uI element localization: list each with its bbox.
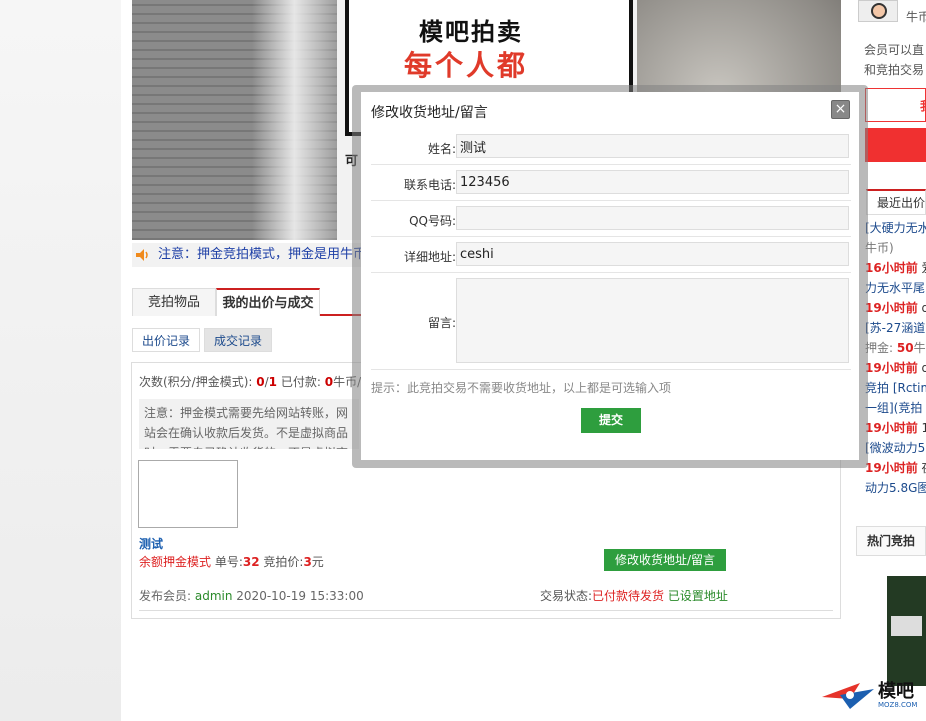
list-item[interactable]: 16小时前 爱 <box>865 258 926 278</box>
hot-auctions-title: 热门竞拍 <box>856 526 926 556</box>
poster-title: 模吧拍卖 <box>419 18 523 46</box>
message-field[interactable] <box>456 278 849 363</box>
item-mode: 余额押金模式 <box>139 555 212 569</box>
message-label: 留言: <box>427 316 456 330</box>
list-item: 押金: 50牛 <box>865 341 926 355</box>
address-label: 详细地址: <box>403 250 456 264</box>
hot-auction-image[interactable] <box>887 576 926 686</box>
dialog-title: 修改收货地址/留言 <box>371 105 488 121</box>
avatar-icon <box>871 3 887 19</box>
list-item: 牛币) <box>865 241 894 255</box>
sidebar-red-button[interactable] <box>865 128 926 162</box>
message-row: 留言: <box>371 273 851 370</box>
publish-time: 2020-10-19 15:33:00 <box>232 589 364 603</box>
phone-field[interactable] <box>456 170 849 194</box>
poster-subtitle: 每个人都 <box>404 49 529 82</box>
notice-bar: 注意：押金竞拍模式，押金是用牛币 <box>132 243 362 267</box>
qq-field[interactable] <box>456 206 849 230</box>
recent-bids-title: 最近出价 <box>866 189 926 215</box>
edit-address-button[interactable]: 修改收货地址/留言 <box>604 549 726 571</box>
phone-label: 联系电话: <box>403 178 456 192</box>
list-item[interactable]: 动力5.8G图 <box>865 478 926 498</box>
address-state: 已设置地址 <box>664 589 728 603</box>
publisher-line: 发布会员: admin 2020-10-19 15:33:00 <box>139 589 364 603</box>
avatar[interactable] <box>858 0 898 22</box>
publisher-link[interactable]: admin <box>195 589 233 603</box>
speaker-icon <box>136 249 148 261</box>
recent-bids-list: [大硬力无水 牛币) 16小时前 爱 力无水平尾 19小时前 da [苏-27涵… <box>865 218 926 500</box>
notice-text: 注意：押金竞拍模式，押金是用牛币 <box>158 247 362 262</box>
close-button[interactable]: × <box>831 100 850 119</box>
list-item[interactable]: 19小时前 1 <box>865 418 926 438</box>
qq-row: QQ号码: <box>371 201 851 237</box>
qq-label: QQ号码: <box>409 214 456 228</box>
item-price: 3 <box>303 555 312 569</box>
tab-deal-records[interactable]: 成交记录 <box>204 328 272 352</box>
trade-state: 已付款待发货 <box>592 589 665 603</box>
name-field[interactable] <box>456 134 849 158</box>
divider <box>139 610 833 611</box>
list-item[interactable]: [大硬力无水 <box>865 218 926 238</box>
moz8-logo[interactable]: 模吧 MOZ8.COM <box>820 675 926 715</box>
list-item[interactable]: 19小时前 夜 <box>865 458 926 478</box>
list-item[interactable]: 一组](竞拍 <box>865 398 926 418</box>
tab-auction-items[interactable]: 竞拍物品 <box>132 288 216 316</box>
list-item[interactable]: 19小时前 da <box>865 298 926 318</box>
address-row: 详细地址: <box>371 237 851 273</box>
address-dialog: 修改收货地址/留言 × 姓名: 联系电话: QQ号码: 详细地址: 留言: 提示… <box>361 92 859 460</box>
sidebar-outline-button[interactable]: 我 <box>865 88 926 122</box>
deposit-tip: 注意：押金模式需要先给网站转账，网站会在确认收款后发货。不是虚拟商品时，需要自己… <box>139 399 359 449</box>
list-item[interactable]: 竞拍 [Rctim <box>865 378 926 398</box>
name-row: 姓名: <box>371 129 851 165</box>
list-item[interactable]: 力无水平尾 <box>865 278 926 298</box>
stats-line: 次数(积分/押金模式): 0/1 已付款: 0牛币/3 <box>139 375 369 389</box>
trade-status: 交易状态:已付款待发货 已设置地址 <box>540 589 728 603</box>
member-info: 会员可以直 和竞拍交易 <box>864 43 925 77</box>
name-label: 姓名: <box>427 142 456 156</box>
list-item[interactable]: 19小时前 du <box>865 358 926 378</box>
list-item[interactable]: [微波动力5. <box>865 438 926 458</box>
phone-row: 联系电话: <box>371 165 851 201</box>
tab-bid-records[interactable]: 出价记录 <box>132 328 200 352</box>
main-tabs: 竞拍物品 我的出价与成交 <box>132 286 362 316</box>
order-number: 32 <box>242 555 260 569</box>
coin-label: 牛币 <box>906 10 926 24</box>
item-meta: 余额押金模式 单号:32 竞拍价:3元 <box>139 555 324 569</box>
item-title[interactable]: 测试 <box>139 535 163 552</box>
left-gutter <box>0 0 121 721</box>
plane-icon <box>822 683 874 709</box>
item-thumbnail[interactable] <box>138 460 238 528</box>
submit-button[interactable]: 提交 <box>581 408 641 433</box>
dialog-hint: 提示：此竞拍交易不需要收货地址，以上都是可选输入项 <box>371 381 672 395</box>
address-field[interactable] <box>456 242 849 266</box>
list-item[interactable]: [苏-27涵道 <box>865 318 926 338</box>
close-icon: × <box>834 101 847 117</box>
tab-my-bids[interactable]: 我的出价与成交 <box>216 288 320 316</box>
